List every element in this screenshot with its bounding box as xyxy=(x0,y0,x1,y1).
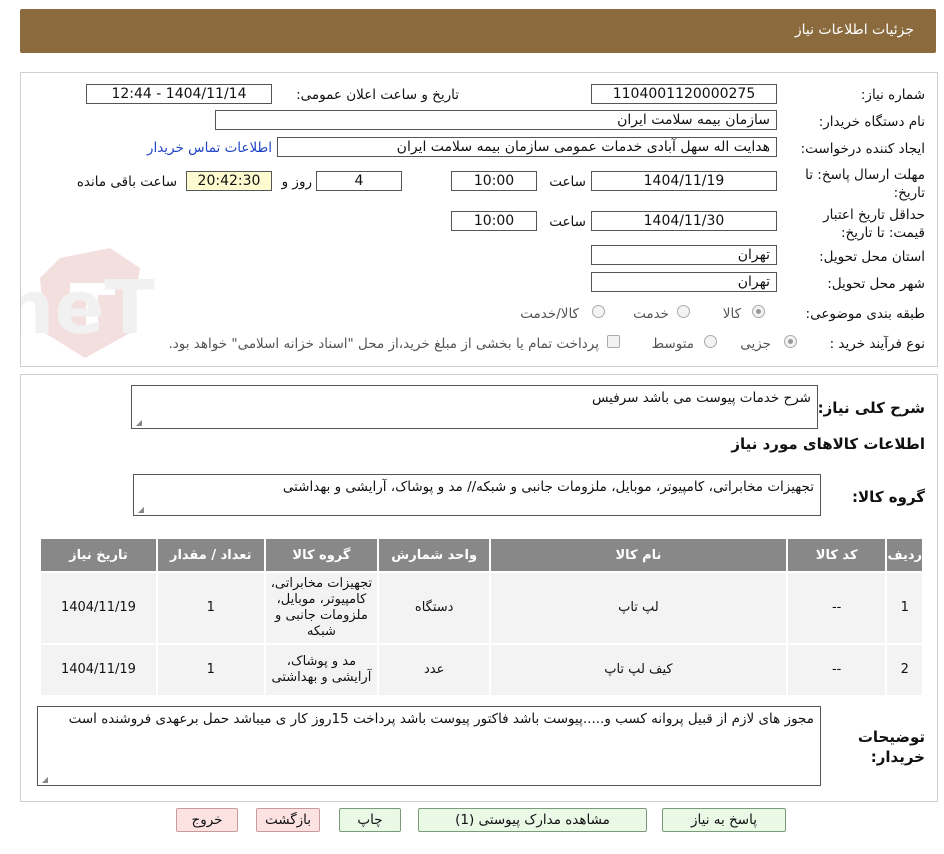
col-item-code: کد کالا xyxy=(785,537,888,573)
days-remaining-field: 4 xyxy=(316,171,402,191)
treasury-bonds-note: پرداخت تمام یا بخشی از مبلغ خرید،از محل … xyxy=(168,336,599,352)
cell-item-name: لپ تاپ xyxy=(489,571,788,645)
reply-to-need-button[interactable]: پاسخ به نیاز xyxy=(662,808,786,832)
validity-time-label: ساعت xyxy=(549,214,586,230)
creator-label: ایجاد کننده درخواست: xyxy=(800,141,925,157)
remaining-time-field: 20:42:30 xyxy=(186,171,272,191)
deadline-date-field: 1404/11/19 xyxy=(591,171,777,191)
need-description-textarea[interactable]: شرح خدمات پیوست می باشد سرفیس ◢ xyxy=(131,385,818,429)
deadline-time-label: ساعت xyxy=(549,174,586,190)
announce-date-label: تاریخ و ساعت اعلان عمومی: xyxy=(296,87,459,103)
resize-grip-icon[interactable]: ◢ xyxy=(136,506,144,514)
view-attachments-button[interactable]: مشاهده مدارک پیوستی (1) xyxy=(418,808,647,832)
creator-field: هدایت اله سهل آبادی خدمات عمومی سازمان ب… xyxy=(277,137,777,157)
treasury-bonds-checkbox[interactable] xyxy=(607,335,620,348)
purchase-minor-label: جزیی xyxy=(740,336,771,352)
cell-need-date: 1404/11/19 xyxy=(39,643,158,697)
table-row: 1 -- لپ تاپ دستگاه تجهیزات مخابراتی، کام… xyxy=(39,571,924,645)
province-label: استان محل تحویل: xyxy=(819,249,925,265)
col-quantity: تعداد / مقدار xyxy=(155,537,266,573)
purchase-type-label: نوع فرآیند خرید : xyxy=(829,336,925,352)
goods-table-header-row: ردیف کد کالا نام کالا واحد شمارش گروه کا… xyxy=(39,537,924,573)
category-label: طبقه بندی موضوعی: xyxy=(805,306,925,322)
cell-item-group: مد و پوشاک، آرایشی و بهداشتی xyxy=(263,643,380,697)
price-validity-time-field: 10:00 xyxy=(451,211,537,231)
category-goods-radio[interactable] xyxy=(752,305,765,318)
col-item-group: گروه کالا xyxy=(263,537,380,573)
col-row-number: ردیف xyxy=(885,537,924,573)
goods-table: ردیف کد کالا نام کالا واحد شمارش گروه کا… xyxy=(39,537,924,697)
need-number-label: شماره نیاز: xyxy=(860,87,925,103)
category-service-radio[interactable] xyxy=(677,305,690,318)
page-header: جزئیات اطلاعات نیاز xyxy=(20,9,936,53)
days-label: روز و xyxy=(281,174,312,190)
need-description-label: شرح کلی نیاز: xyxy=(817,399,925,417)
cell-item-group: تجهیزات مخابراتی، کامپیوتر، موبایل، ملزو… xyxy=(263,571,380,645)
deadline-time-field: 10:00 xyxy=(451,171,537,191)
cell-item-code: -- xyxy=(785,571,888,645)
cell-unit: دستگاه xyxy=(377,571,492,645)
deadline-label: مهلت ارسال پاسخ: تا تاریخ: xyxy=(805,167,925,201)
category-service-label: خدمت xyxy=(633,306,669,322)
cell-unit: عدد xyxy=(377,643,492,697)
cell-item-code: -- xyxy=(785,643,888,697)
cell-quantity: 1 xyxy=(155,571,266,645)
purchase-medium-label: متوسط xyxy=(651,336,694,352)
purchase-medium-radio[interactable] xyxy=(704,335,717,348)
buyer-org-label: نام دستگاه خریدار: xyxy=(818,114,925,130)
cell-quantity: 1 xyxy=(155,643,266,697)
cell-item-name: کیف لپ تاپ xyxy=(489,643,788,697)
cell-row-number: 2 xyxy=(885,643,924,697)
buyer-notes-text: مجوز های لازم از قبیل پروانه کسب و.....پ… xyxy=(68,711,814,727)
page-title: جزئیات اطلاعات نیاز xyxy=(794,22,914,38)
price-validity-date-field: 1404/11/30 xyxy=(591,211,777,231)
category-goods-service-radio[interactable] xyxy=(592,305,605,318)
buyer-notes-label: توضیحات خریدار: xyxy=(857,728,925,766)
need-description-text: شرح خدمات پیوست می باشد سرفیس xyxy=(591,390,811,406)
category-goods-label: کالا xyxy=(722,306,741,322)
goods-group-textarea[interactable]: تجهیزات مخابراتی، کامپیوتر، موبایل، ملزو… xyxy=(133,474,821,516)
city-field: تهران xyxy=(591,272,777,292)
back-button[interactable]: بازگشت xyxy=(256,808,320,832)
cell-row-number: 1 xyxy=(885,571,924,645)
buyer-org-field: سازمان بیمه سلامت ایران xyxy=(215,110,777,130)
table-row: 2 -- کیف لپ تاپ عدد مد و پوشاک، آرایشی و… xyxy=(39,643,924,697)
announce-date-field: 1404/11/14 - 12:44 xyxy=(86,84,272,104)
col-item-name: نام کالا xyxy=(489,537,788,573)
goods-section-title: اطلاعات کالاهای مورد نیاز xyxy=(731,435,925,453)
need-number-field: 1104001120000275 xyxy=(591,84,777,104)
city-label: شهر محل تحویل: xyxy=(827,276,925,292)
province-field: تهران xyxy=(591,245,777,265)
resize-grip-icon[interactable]: ◢ xyxy=(134,419,142,427)
price-validity-label: حداقل تاریخ اعتبار قیمت: تا تاریخ: xyxy=(823,207,925,241)
buyer-notes-textarea[interactable]: مجوز های لازم از قبیل پروانه کسب و.....پ… xyxy=(37,706,821,786)
buyer-contact-link[interactable]: اطلاعات تماس خریدار xyxy=(147,140,272,156)
resize-grip-icon[interactable]: ◢ xyxy=(40,776,48,784)
col-unit: واحد شمارش xyxy=(377,537,492,573)
cell-need-date: 1404/11/19 xyxy=(39,571,158,645)
goods-group-label: گروه کالا: xyxy=(852,488,925,506)
exit-button[interactable]: خروج xyxy=(176,808,238,832)
print-button[interactable]: چاپ xyxy=(339,808,401,832)
col-need-date: تاریخ نیاز xyxy=(39,537,158,573)
purchase-minor-radio[interactable] xyxy=(784,335,797,348)
goods-group-text: تجهیزات مخابراتی، کامپیوتر، موبایل، ملزو… xyxy=(282,479,814,495)
remaining-time-label: ساعت باقی مانده xyxy=(76,174,177,190)
category-goods-service-label: کالا/خدمت xyxy=(520,306,579,322)
